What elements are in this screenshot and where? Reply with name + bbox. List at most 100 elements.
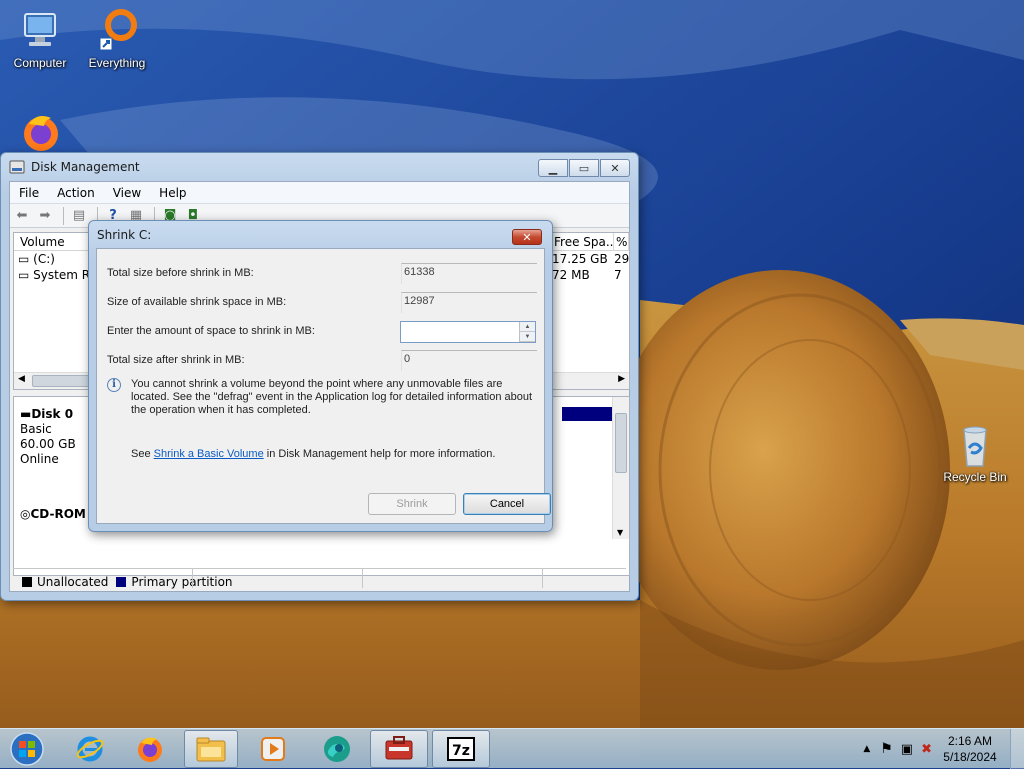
show-hide-console-button[interactable]: ▤ (69, 207, 89, 225)
taskbar-file-explorer[interactable] (184, 730, 238, 768)
disk-name: Disk 0 (31, 407, 74, 421)
status-bar (13, 568, 626, 588)
maximize-icon: ▭ (578, 161, 590, 175)
clock-date: 5/18/2024 (943, 750, 997, 764)
dialog-close-button[interactable]: ✕ (512, 229, 542, 245)
start-button[interactable] (2, 730, 52, 768)
help-suffix: in Disk Management help for more informa… (263, 448, 496, 460)
column-free-space[interactable]: Free Spa... (548, 233, 614, 250)
partition-bar[interactable] (562, 407, 614, 421)
taskbar-firefox[interactable] (125, 730, 175, 768)
menu-help[interactable]: Help (150, 186, 195, 200)
cdrom-0-label[interactable]: ◎CD-ROM 0 (20, 507, 98, 522)
shrink-help-link[interactable]: Shrink a Basic Volume (154, 448, 264, 460)
window-title: Disk Management (31, 160, 140, 174)
info-text: You cannot shrink a volume beyond the po… (131, 378, 533, 416)
taskbar-internet-explorer[interactable] (65, 730, 115, 768)
media-player-icon (261, 737, 285, 761)
firefox-icon (24, 116, 58, 151)
taskbar: 7z ▲ ⚑ ▣ ✖ 2:16 AM 5/18/2024 (0, 728, 1024, 769)
disk-type: Basic (20, 422, 52, 436)
info-icon: i (107, 378, 121, 392)
computer-icon (24, 13, 56, 46)
back-arrow-icon: ⬅ (16, 208, 28, 223)
volume-free: 17.25 GB (552, 252, 608, 266)
desktop-icon-label: Computer (13, 56, 67, 70)
volume-percent: 7 (614, 268, 622, 282)
disk-0-label[interactable]: ▬Disk 0 Basic 60.00 GB Online (20, 407, 76, 467)
close-icon: ✕ (610, 161, 620, 175)
everything-icon (99, 9, 137, 51)
close-button[interactable]: ✕ (600, 159, 630, 177)
disk-size: 60.00 GB (20, 437, 76, 451)
total-size-before-label: Total size before shrink in MB: (107, 267, 254, 279)
drive-icon: ▭ (18, 252, 34, 266)
edge-icon (324, 736, 350, 762)
chevron-down-icon: ▼ (524, 333, 531, 340)
scroll-thumb[interactable] (615, 413, 627, 473)
menu-file[interactable]: File (10, 186, 48, 200)
help-prefix: See (131, 448, 154, 460)
shrink-amount-stepper[interactable]: ▲ ▼ (400, 321, 536, 343)
desktop-icon-everything[interactable]: Everything (77, 8, 157, 70)
shrink-dialog-titlebar[interactable]: Shrink C: (89, 221, 552, 249)
7zip-icon: 7z (447, 737, 475, 761)
toolbar-separator (63, 206, 64, 225)
shrink-dialog[interactable]: Shrink C: ✕ Total size before shrink in … (88, 220, 553, 532)
forward-arrow-icon: ➡ (39, 208, 51, 223)
desktop-icon-label: Everything (88, 56, 146, 70)
total-size-after-label: Total size after shrink in MB: (107, 354, 245, 366)
dialog-title: Shrink C: (97, 228, 152, 242)
cdrom-icon: ◎ (20, 507, 31, 521)
available-shrink-label: Size of available shrink space in MB: (107, 296, 287, 308)
cancel-button[interactable]: Cancel (463, 493, 551, 515)
total-size-before-row: Total size before shrink in MB: 61338 (107, 263, 537, 284)
recycle-bin-icon (963, 426, 987, 467)
drive-icon: ▭ (18, 268, 34, 282)
volume-name: (C:) (33, 252, 55, 266)
system-tray: ▲ ⚑ ▣ ✖ 2:16 AM 5/18/2024 (863, 729, 1024, 769)
disk-management-app-icon (9, 160, 25, 174)
taskbar-media-player[interactable] (248, 730, 298, 768)
volume-free: 72 MB (552, 268, 590, 282)
svg-text:7z: 7z (452, 743, 470, 759)
taskbar-edge[interactable] (312, 730, 362, 768)
total-size-after-value: 0 (401, 350, 537, 371)
vertical-scrollbar[interactable]: ▼ (612, 397, 629, 539)
disk-icon: ▬ (20, 407, 32, 421)
minimize-icon: ▁ (548, 161, 558, 175)
internet-explorer-icon (76, 736, 104, 762)
desktop-icon-label: Recycle Bin (943, 470, 1007, 484)
show-desktop-button[interactable] (1010, 729, 1024, 769)
clock[interactable]: 2:16 AM 5/18/2024 (938, 733, 1002, 765)
network-icon[interactable]: ▣ (901, 742, 913, 757)
shrink-button[interactable]: Shrink (368, 493, 456, 515)
total-size-before-value: 61338 (401, 263, 537, 284)
back-button[interactable]: ⬅ (12, 207, 32, 225)
column-volume[interactable]: Volume (14, 233, 94, 250)
spin-up-button[interactable]: ▲ (520, 322, 535, 332)
scroll-thumb[interactable] (32, 375, 92, 387)
spin-down-button[interactable]: ▼ (520, 332, 535, 342)
scroll-left-icon: ◀ (18, 374, 25, 384)
taskbar-7zip[interactable]: 7z (432, 730, 490, 768)
menu-view[interactable]: View (104, 186, 150, 200)
file-explorer-icon (196, 737, 226, 762)
console-tree-icon: ▤ (72, 208, 86, 223)
disk-management-icon (385, 736, 413, 760)
menu-action[interactable]: Action (48, 186, 104, 200)
taskbar-disk-management[interactable] (370, 730, 428, 768)
volume-muted-icon[interactable]: ✖ (921, 742, 932, 757)
desktop-icon-firefox[interactable] (0, 108, 80, 156)
shrink-amount-row: Enter the amount of space to shrink in M… (107, 321, 537, 343)
desktop-icon-computer[interactable]: Computer (0, 8, 80, 70)
firefox-icon (138, 737, 162, 762)
action-center-flag-icon[interactable]: ⚑ (880, 741, 893, 757)
desktop-icon-recycle-bin[interactable]: Recycle Bin (935, 422, 1015, 484)
forward-button[interactable]: ➡ (35, 207, 55, 225)
minimize-button[interactable]: ▁ (538, 159, 568, 177)
close-icon: ✕ (522, 230, 532, 244)
column-percent[interactable]: % (614, 233, 629, 250)
maximize-button[interactable]: ▭ (569, 159, 599, 177)
show-hidden-icons-button[interactable]: ▲ (863, 744, 870, 754)
